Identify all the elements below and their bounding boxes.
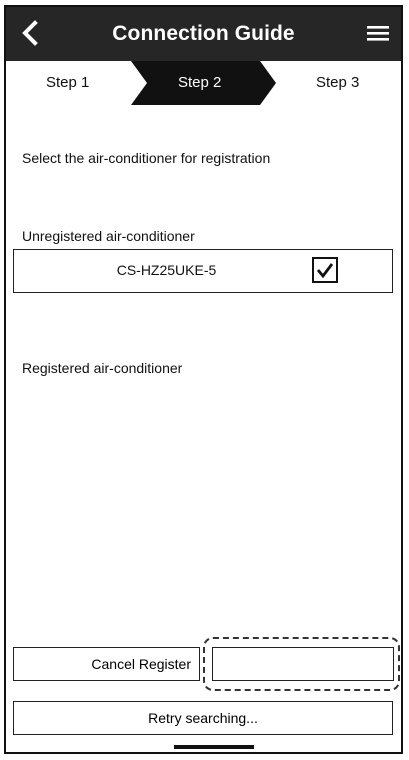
unregistered-device-row[interactable]: CS-HZ25UKE-5 [13, 249, 393, 293]
step-2-label: Step 2 [178, 74, 222, 91]
app-screen: Connection Guide Step 1 Step 2 Step 3 Se… [4, 5, 403, 754]
device-name: CS-HZ25UKE-5 [116, 262, 217, 278]
registered-section-label: Registered air-conditioner [22, 360, 183, 376]
unregistered-section-label: Unregistered air-conditioner [22, 228, 195, 244]
chevron-left-icon[interactable] [16, 18, 46, 48]
selection-prompt: Select the air-conditioner for registrat… [22, 150, 271, 166]
cancel-register-button[interactable]: Cancel Register [13, 647, 200, 681]
register-button[interactable] [212, 647, 394, 681]
page-title: Connection Guide [112, 22, 295, 45]
header-bar: Connection Guide [6, 7, 401, 61]
step-indicator: Step 1 Step 2 Step 3 [6, 61, 401, 105]
retry-searching-button[interactable]: Retry searching... [13, 701, 393, 735]
step-1-label: Step 1 [46, 74, 90, 91]
home-indicator [174, 745, 254, 749]
checkmark-icon [316, 263, 334, 279]
step-3-label: Step 3 [316, 74, 360, 91]
device-checkbox[interactable] [312, 257, 338, 283]
hamburger-menu-icon[interactable] [367, 24, 389, 42]
